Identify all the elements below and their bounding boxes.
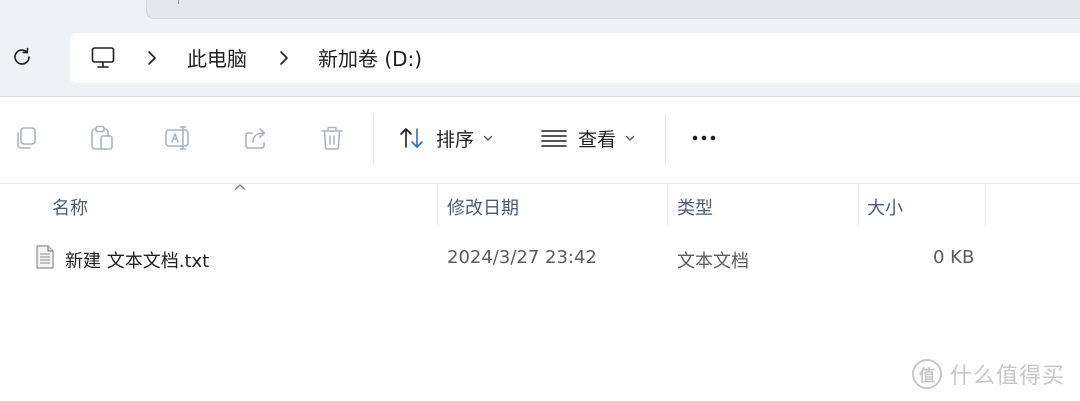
command-bar: 排序 查看	[0, 97, 1080, 184]
view-label: 查看	[578, 128, 617, 151]
file-row[interactable]: 新建 文本文档.txt 2024/3/27 23:42 文本文档 0 KB	[28, 238, 1028, 278]
rename-icon[interactable]	[164, 124, 192, 152]
sort-label: 排序	[436, 128, 475, 151]
tab-divider	[178, 0, 179, 4]
column-header-type[interactable]: 类型	[677, 194, 713, 220]
address-bar[interactable]: 此电脑 新加卷 (D:)	[70, 33, 1080, 83]
more-icon	[692, 135, 716, 141]
share-icon[interactable]	[242, 124, 270, 152]
navigation-bar: 此电脑 新加卷 (D:)	[0, 20, 1080, 97]
chevron-right-icon[interactable]	[146, 50, 158, 70]
file-type: 文本文档	[677, 251, 749, 272]
watermark-logo: 值	[912, 359, 942, 389]
tab-background	[146, 0, 1080, 19]
watermark: 值 什么值得买	[912, 358, 1065, 390]
copy-icon[interactable]	[12, 124, 40, 152]
paste-icon[interactable]	[88, 124, 116, 152]
column-divider[interactable]	[858, 184, 859, 226]
column-divider[interactable]	[667, 184, 668, 226]
file-date: 2024/3/27 23:42	[447, 247, 597, 268]
refresh-button[interactable]	[8, 42, 36, 72]
chevron-right-icon[interactable]	[278, 50, 290, 70]
column-header-size[interactable]: 大小	[867, 194, 903, 220]
column-header-date[interactable]: 修改日期	[447, 194, 519, 220]
view-button[interactable]: 查看	[540, 123, 636, 153]
breadcrumb-this-pc[interactable]: 此电脑	[187, 46, 247, 72]
sort-icon	[400, 128, 423, 148]
file-size: 0 KB	[933, 247, 975, 268]
delete-icon[interactable]	[318, 124, 346, 152]
toolbar-separator	[373, 114, 374, 164]
view-icon	[541, 130, 567, 147]
more-options-button[interactable]	[690, 123, 720, 153]
column-divider[interactable]	[985, 184, 986, 226]
text-file-icon	[36, 245, 54, 273]
computer-icon[interactable]	[90, 45, 116, 75]
file-name[interactable]: 新建 文本文档.txt	[65, 247, 209, 273]
chevron-down-icon	[625, 135, 635, 141]
column-header-name[interactable]: 名称	[52, 194, 88, 220]
chevron-down-icon	[483, 135, 493, 141]
toolbar-separator	[665, 114, 666, 164]
column-divider[interactable]	[437, 184, 438, 226]
sort-ascending-icon	[234, 184, 246, 190]
watermark-text: 什么值得买	[950, 364, 1066, 389]
breadcrumb-volume-d[interactable]: 新加卷 (D:)	[318, 46, 422, 72]
column-header-row: 名称 修改日期 类型 大小	[0, 184, 1080, 226]
refresh-icon	[14, 47, 30, 65]
tab-strip	[0, 0, 1080, 20]
sort-button[interactable]: 排序	[398, 123, 494, 153]
